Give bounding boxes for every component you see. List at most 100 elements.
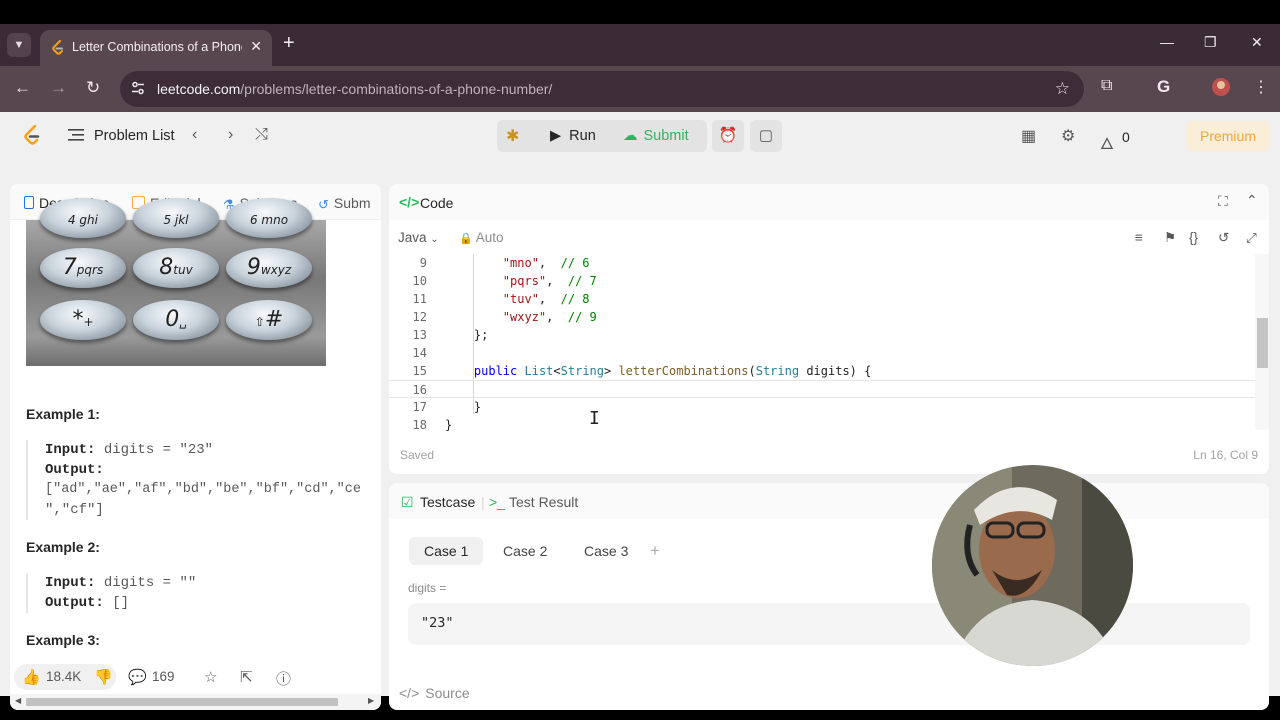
address-bar[interactable]: leetcode.com/problems/letter-combination… xyxy=(120,71,1084,107)
prev-problem-icon[interactable]: ‹ xyxy=(192,126,197,144)
chevron-down-icon: ⌄ xyxy=(430,234,439,245)
line-number: 18 xyxy=(412,418,427,432)
bookmark-icon[interactable]: ⚑ xyxy=(1164,230,1176,246)
settings-gear-icon[interactable]: ⚙ xyxy=(1061,126,1075,146)
thumbs-down-icon[interactable]: 👎 xyxy=(94,668,113,686)
code-line: 10 "pqrs", // 7 xyxy=(389,272,1255,290)
comment-icon[interactable]: 💬 xyxy=(128,668,147,686)
cursor-position: Ln 16, Col 9 xyxy=(1193,448,1258,462)
webcam-overlay xyxy=(932,465,1133,666)
shuffle-icon[interactable]: ⤭ xyxy=(255,126,268,144)
timer-button[interactable]: ⏰ xyxy=(712,120,744,152)
new-tab-icon[interactable]: + xyxy=(283,32,295,55)
scroll-left-icon[interactable]: ◀ xyxy=(15,696,21,705)
comment-count: 169 xyxy=(152,669,175,684)
close-tab-icon[interactable]: ✕ xyxy=(250,38,262,55)
key-digit: 0 xyxy=(165,307,180,332)
editor-scrollbar[interactable] xyxy=(1255,254,1269,430)
line-number: 17 xyxy=(412,400,427,414)
source-link[interactable]: </> Source xyxy=(399,685,470,701)
help-icon[interactable]: ⓘ xyxy=(276,668,291,689)
minimize-icon[interactable]: — xyxy=(1160,34,1174,50)
code-line: 9 "mno", // 6 xyxy=(389,254,1255,272)
restore-icon[interactable]: ❐ xyxy=(1204,34,1217,51)
code-line-current: 16 xyxy=(389,380,1255,398)
extensions-icon[interactable]: ⧉ xyxy=(1101,77,1112,95)
code-line: 15 public List<String> letterCombination… xyxy=(389,362,1255,380)
streak-count: 0 xyxy=(1122,129,1130,145)
scroll-right-icon[interactable]: ▶ xyxy=(368,696,374,705)
keypad-key: 8tuv xyxy=(133,248,219,288)
description-footer: 👍 18.4K 👎 💬 169 ☆ ⇱ ⓘ xyxy=(10,660,381,694)
reload-icon[interactable]: ↻ xyxy=(86,78,100,98)
keypad-key: 5 jkl xyxy=(133,198,219,238)
problem-list-link[interactable]: Problem List xyxy=(94,128,175,144)
bookmark-star-icon[interactable]: ☆ xyxy=(1055,79,1070,99)
leetcode-header: Problem List ‹ › ⤭ ✱ ▶ Run ☁ Submit ⏰ ▢ ▦ … xyxy=(0,112,1280,258)
collapse-icon[interactable]: ⌃ xyxy=(1246,192,1258,209)
browser-tab[interactable]: Letter Combinations of a Phone Number - … xyxy=(40,30,272,66)
key-letters: pqrs xyxy=(76,263,104,277)
layout-icon[interactable]: ▦ xyxy=(1021,126,1036,146)
code-editor[interactable]: 9 "mno", // 6 10 "pqrs", // 7 11 "tuv", … xyxy=(389,254,1255,434)
tab-submissions[interactable]: ↺ Subm xyxy=(318,195,370,212)
save-status: Saved xyxy=(400,448,435,462)
reset-icon[interactable]: ↺ xyxy=(1218,230,1229,246)
example-output-line: ","cf"] xyxy=(45,502,104,518)
streak-fire-icon[interactable]: 🜂 xyxy=(1100,126,1114,159)
key-digit: * xyxy=(72,307,84,332)
run-label: Run xyxy=(569,128,596,144)
fullscreen-icon[interactable]: ⛶ xyxy=(1218,193,1228,210)
share-icon[interactable]: ⇱ xyxy=(240,668,253,686)
keypad-key: *+ xyxy=(40,300,126,340)
screen-frame: ▼ Letter Combinations of a Phone Number … xyxy=(0,0,1280,720)
next-problem-icon[interactable]: › xyxy=(228,126,233,144)
submit-label: Submit xyxy=(643,128,689,144)
source-label: Source xyxy=(425,685,470,701)
scrollbar-thumb[interactable] xyxy=(26,698,338,706)
scrollbar-thumb[interactable] xyxy=(1257,318,1268,368)
line-number: 10 xyxy=(412,274,427,288)
auto-mode[interactable]: 🔒 Auto xyxy=(459,230,504,245)
submit-button[interactable]: ☁ Submit xyxy=(615,120,697,152)
key-letters: wxyz xyxy=(260,263,292,277)
run-button[interactable]: ▶ Run xyxy=(540,120,606,152)
code-text: }; xyxy=(445,328,489,342)
debug-icon[interactable]: ✱ xyxy=(506,126,519,146)
site-settings-icon[interactable] xyxy=(130,80,146,96)
expand-icon[interactable]: ⤢ xyxy=(1246,230,1257,246)
testcase-panel: ☑ Testcase | >_ Test Result Case 1 Case … xyxy=(389,483,1269,710)
profile-avatar-icon[interactable] xyxy=(1211,77,1231,102)
grammarly-icon[interactable]: G xyxy=(1157,77,1170,97)
example-input: digits = "" xyxy=(103,575,197,591)
thumbs-up-icon[interactable]: 👍 xyxy=(22,668,41,686)
braces-icon[interactable]: {} xyxy=(1189,230,1198,245)
code-text: } xyxy=(445,418,453,432)
back-icon[interactable]: ← xyxy=(14,78,31,98)
keypad-key: 4 ghi xyxy=(40,198,126,238)
line-number: 14 xyxy=(412,346,427,360)
problem-list-icon[interactable] xyxy=(68,128,84,142)
divider: | xyxy=(481,494,485,510)
line-number: 16 xyxy=(412,383,427,397)
tab-testcase[interactable]: Testcase xyxy=(420,494,475,510)
favorite-star-icon[interactable]: ☆ xyxy=(204,668,217,686)
forward-icon[interactable]: → xyxy=(50,78,67,98)
case-3-tab[interactable]: Case 3 xyxy=(569,537,643,565)
window-close-icon[interactable]: ✕ xyxy=(1251,34,1263,51)
url-text: leetcode.com/problems/letter-combination… xyxy=(157,81,552,97)
add-case-icon[interactable]: + xyxy=(650,541,660,561)
language-select[interactable]: Java ⌄ xyxy=(398,230,439,245)
horizontal-scrollbar[interactable]: ◀ ▶ xyxy=(10,694,381,710)
premium-button[interactable]: Premium xyxy=(1186,121,1270,151)
digits-input[interactable]: "23" xyxy=(408,603,1250,645)
format-icon[interactable]: ≡ xyxy=(1135,230,1143,245)
browser-menu-icon[interactable]: ⋮ xyxy=(1253,77,1269,97)
leetcode-logo-icon[interactable] xyxy=(22,125,42,147)
notes-button[interactable]: ▢ xyxy=(750,120,782,152)
case-1-tab[interactable]: Case 1 xyxy=(409,537,484,565)
case-2-tab[interactable]: Case 2 xyxy=(488,537,562,565)
url-path: /problems/letter-combinations-of-a-phone… xyxy=(240,81,553,97)
tab-search-button[interactable]: ▼ xyxy=(7,33,31,57)
tab-test-result[interactable]: Test Result xyxy=(509,494,578,510)
